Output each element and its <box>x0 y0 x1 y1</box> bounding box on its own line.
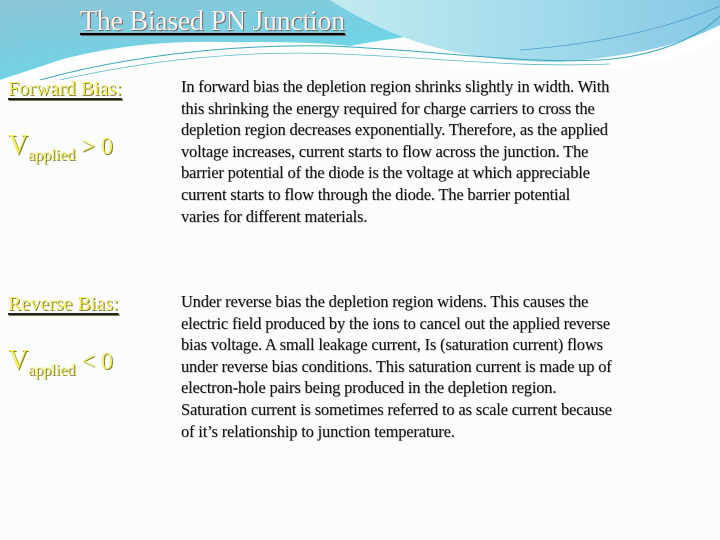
paragraph-line: barrier potential of the diode is the vo… <box>181 163 590 183</box>
paragraph-line: depletion region decreases exponentially… <box>181 120 608 140</box>
paragraph-line: electric field produced by the ions to c… <box>181 313 610 333</box>
paragraph-line: under reverse bias conditions. This satu… <box>181 356 612 376</box>
reverse-voltage-condition: Vapplied < 0 <box>8 345 113 380</box>
paragraph-line: electron-hole pairs being produced in th… <box>181 378 557 398</box>
voltage-subscript: applied <box>28 362 76 379</box>
paragraph-line: this shrinking the energy required for c… <box>181 98 595 118</box>
reverse-bias-description: Under reverse bias the depletion region … <box>181 291 720 442</box>
paragraph-line: current starts to flow through the diode… <box>181 184 570 204</box>
voltage-subscript: applied <box>28 147 76 164</box>
paragraph-line: bias voltage. A small leakage current, I… <box>181 335 603 355</box>
voltage-symbol: V <box>8 345 29 376</box>
paragraph-line: In forward bias the depletion region shr… <box>181 77 610 96</box>
forward-voltage-condition: Vapplied > 0 <box>8 130 113 165</box>
paragraph-line: voltage increases, current starts to flo… <box>181 141 589 161</box>
paragraph-line: of it’s relationship to junction tempera… <box>181 421 455 441</box>
voltage-operator: < 0 <box>81 349 113 375</box>
forward-bias-heading: Forward Bias: <box>8 78 122 100</box>
paragraph-line: varies for different materials. <box>181 206 368 226</box>
voltage-operator: > 0 <box>81 134 113 160</box>
slide-title: The Biased PN Junction <box>80 6 345 37</box>
paragraph-line: Under reverse bias the depletion region … <box>181 292 589 311</box>
voltage-symbol: V <box>8 130 29 161</box>
paragraph-line: Saturation current is sometimes referred… <box>181 399 612 419</box>
forward-bias-description: In forward bias the depletion region shr… <box>181 76 720 227</box>
reverse-bias-heading: Reverse Bias: <box>8 293 119 315</box>
